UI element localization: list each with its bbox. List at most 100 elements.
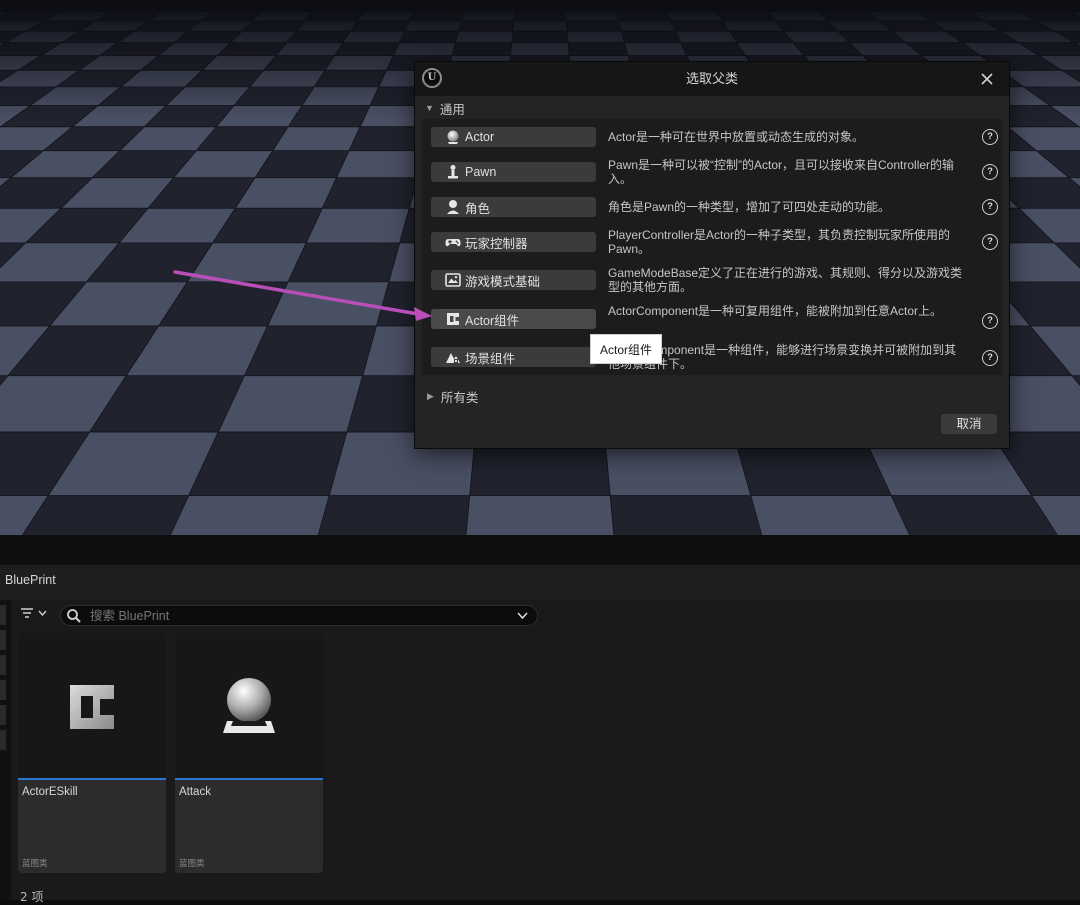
pawn-icon [445, 164, 461, 180]
floor-tile [356, 11, 415, 22]
floor-tile [349, 20, 410, 32]
asset-name: ActorESkill [22, 786, 78, 798]
asset-tile-attack[interactable]: Attack 蓝图类 [175, 633, 323, 873]
floor-tile [615, 11, 672, 22]
class-description: Actor是一种可在世界中放置或动态生成的对象。 [608, 130, 865, 144]
caret-down-icon: ▼ [425, 103, 434, 113]
close-icon [981, 73, 993, 85]
floor-tile [404, 20, 463, 32]
floor-tile [465, 495, 615, 535]
help-icon[interactable]: ? [982, 234, 998, 250]
floor-tile [199, 11, 263, 22]
class-button-label: 角色 [465, 201, 491, 216]
class-button-pawn[interactable]: Pawn [431, 162, 596, 182]
floor-tile [392, 42, 457, 57]
section-common-label: 通用 [439, 102, 465, 117]
class-description: 角色是Pawn的一种类型，增加了可四处走动的功能。 [608, 200, 891, 214]
class-button-label: Pawn [465, 165, 497, 179]
character-icon [445, 199, 461, 215]
cancel-button[interactable]: 取消 [941, 414, 997, 434]
floor-tile [766, 11, 829, 22]
floor-tile [301, 86, 380, 107]
floor-tile [512, 20, 568, 32]
class-button-actor-component[interactable]: Actor组件 [431, 309, 596, 329]
floor-tile [565, 20, 622, 32]
floor-tile [313, 69, 388, 88]
tooltip: Actor组件 [590, 334, 663, 364]
actor-sphere-icon [223, 678, 275, 733]
class-button-character[interactable]: 角色 [431, 197, 596, 217]
scene-component-icon [445, 349, 461, 365]
floor-tile [241, 20, 306, 32]
item-count: 2 项 [20, 890, 44, 904]
class-description: Pawn是一种可以被“控制”的Actor，且可以接收来自Controller的输… [608, 158, 955, 186]
class-row-game-mode: 游戏模式基础 GameModeBase定义了正在进行的游戏、其规则、得分以及游戏… [422, 262, 1002, 298]
floor-tile [262, 55, 336, 71]
gamepad-icon [445, 234, 461, 250]
class-button-player-controller[interactable]: 玩家控制器 [431, 232, 596, 252]
close-button[interactable] [975, 67, 999, 91]
chevron-down-icon[interactable] [517, 612, 528, 619]
floor-tile [303, 11, 364, 22]
left-rail [0, 600, 10, 900]
floor-tile [324, 55, 394, 71]
filter-icon [21, 608, 33, 618]
floor-tile [728, 30, 795, 44]
floor-tile [736, 42, 806, 57]
common-classes-list: Actor Actor是一种可在世界中放置或动态生成的对象。 ? Pawn Pa… [422, 119, 1002, 375]
content-browser-tabbar [0, 565, 1080, 600]
floor-tile [458, 20, 515, 32]
floor-tile [408, 11, 465, 22]
help-icon[interactable]: ? [982, 350, 998, 366]
floor-tile [287, 242, 401, 283]
panel-top-strip [0, 535, 1080, 565]
help-icon[interactable]: ? [982, 313, 998, 329]
floor-tile [567, 42, 629, 57]
floor-tile [274, 42, 344, 57]
floor-tile [564, 11, 619, 22]
floor-tile [243, 325, 378, 377]
class-button-game-mode[interactable]: 游戏模式基础 [431, 270, 596, 290]
floor-tile [513, 11, 567, 22]
caret-right-icon: ▶ [427, 391, 434, 401]
help-icon[interactable]: ? [982, 164, 998, 180]
floor-tile [620, 30, 682, 44]
floor-tile [398, 30, 460, 44]
floor-tile [342, 30, 406, 44]
class-button-scene-component[interactable]: 场景组件 [431, 347, 596, 367]
floor-tile [566, 30, 625, 44]
actor-component-icon [70, 685, 114, 729]
asset-search [60, 605, 538, 626]
floor-tile [285, 30, 352, 44]
asset-type: 蓝图类 [22, 859, 48, 869]
class-button-actor[interactable]: Actor [431, 127, 596, 147]
tab-blueprint[interactable]: BluePrint [5, 573, 56, 587]
asset-thumbnail [175, 633, 323, 778]
search-input[interactable] [88, 607, 517, 624]
floor-tile [305, 207, 410, 244]
game-mode-icon [445, 272, 461, 288]
section-common-header[interactable]: ▼ 通用 [425, 99, 465, 117]
help-icon[interactable]: ? [982, 129, 998, 145]
floor-tile [317, 495, 471, 535]
class-row-pawn: Pawn Pawn是一种可以被“控制”的Actor，且可以接收来自Control… [422, 154, 1002, 190]
floor-tile [271, 126, 361, 152]
class-button-label: 游戏模式基础 [465, 274, 541, 289]
asset-type: 蓝图类 [179, 859, 205, 869]
filter-button[interactable] [20, 607, 47, 619]
actor-component-icon [445, 311, 461, 327]
section-all-classes-header[interactable]: ▶ 所有类 [427, 387, 478, 406]
class-button-label: 玩家控制器 [465, 236, 528, 251]
floor-tile [716, 11, 777, 22]
class-row-actor: Actor Actor是一种可在世界中放置或动态生成的对象。 ? [422, 119, 1002, 155]
help-icon[interactable]: ? [982, 199, 998, 215]
class-row-player-controller: 玩家控制器 PlayerController是Actor的一种子类型，其负责控制… [422, 224, 1002, 260]
class-row-actor-component: Actor组件 ActorComponent是一种可复用组件，能被附加到任意Ac… [422, 301, 1002, 337]
asset-name: Attack [179, 786, 211, 798]
class-description: ActorComponent是一种可复用组件，能被附加到任意Actor上。 [608, 304, 943, 318]
floor-tile [461, 11, 516, 22]
asset-tile-actoreskill[interactable]: ActorESkill 蓝图类 [18, 633, 166, 873]
chevron-down-icon [38, 610, 47, 616]
class-button-label: Actor组件 [465, 313, 520, 328]
class-row-scene-component: 场景组件 SceneComponent是一种组件，能够进行场景变换并可被附加到其… [422, 339, 1002, 375]
